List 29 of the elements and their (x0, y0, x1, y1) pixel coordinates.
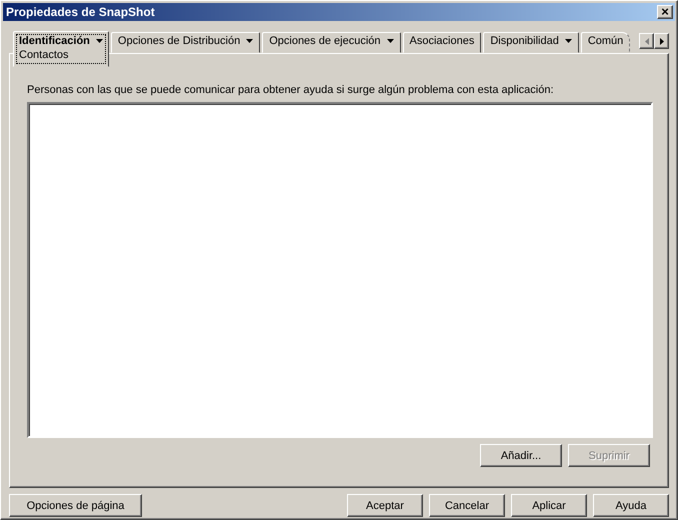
tab-subtitle: Contactos (19, 49, 70, 61)
page-options-button[interactable]: Opciones de página (9, 494, 142, 517)
dropdown-icon (246, 39, 254, 43)
tab[interactable]: Opciones de Distribución (110, 32, 260, 53)
tab-label: Identificación (19, 35, 90, 47)
dialog-button[interactable]: Ayuda (593, 494, 669, 517)
scroll-right-button[interactable] (654, 33, 669, 49)
tab-label: Opciones de ejecución (269, 35, 380, 47)
tab-label: Común (588, 35, 624, 47)
left-arrow-icon (644, 38, 648, 44)
tab-label: Asociaciones (410, 35, 474, 47)
dialog-button[interactable]: Cancelar (429, 494, 505, 517)
tab-label: Disponibilidad (490, 35, 559, 47)
dropdown-icon (386, 39, 394, 43)
add-button[interactable]: Añadir... (480, 444, 562, 467)
dropdown-icon (564, 39, 572, 43)
tab[interactable]: Común (580, 32, 630, 53)
window-title: Propiedades de SnapShot (6, 5, 155, 19)
list-label: Personas con las que se puede comunicar para obtener ayuda si surge algún problema con esta aplicación: (27, 84, 554, 96)
dropdown-icon (96, 39, 103, 43)
dialog-button[interactable]: Aplicar (511, 494, 587, 517)
close-button[interactable]: × (657, 5, 673, 19)
tab[interactable]: Asociaciones (402, 32, 482, 53)
tab[interactable]: Identificación Contactos (13, 31, 109, 67)
tab-label: Opciones de Distribución (118, 35, 240, 47)
tab[interactable]: Disponibilidad (483, 32, 579, 53)
tab[interactable]: Opciones de ejecución (262, 32, 400, 53)
dialog-button[interactable]: Aceptar (347, 494, 423, 517)
right-arrow-icon (660, 38, 664, 44)
